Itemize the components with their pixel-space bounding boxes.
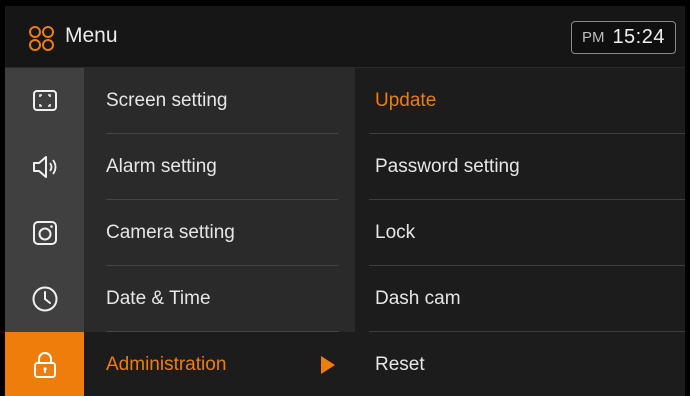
submenu-label: Reset	[375, 354, 425, 375]
category-label: Administration	[106, 354, 227, 375]
rail-item-camera[interactable]	[5, 200, 84, 266]
camera-icon	[32, 221, 57, 245]
clock-time: 15:24	[612, 26, 665, 48]
submenu-label: Lock	[375, 222, 416, 243]
category-camera-setting[interactable]: Camera setting	[84, 200, 355, 266]
submenu-reset[interactable]: Reset	[355, 332, 685, 396]
category-alarm-setting[interactable]: Alarm setting	[84, 134, 355, 200]
lock-icon	[33, 352, 56, 378]
category-screen-setting[interactable]: Screen setting	[84, 68, 355, 134]
menu-circles-icon[interactable]	[28, 25, 56, 53]
category-label: Date & Time	[106, 288, 211, 309]
category-label: Camera setting	[106, 222, 235, 243]
play-arrow-icon	[321, 356, 335, 374]
rail-item-sound[interactable]	[5, 134, 84, 200]
clock-icon	[32, 286, 57, 312]
category-date-time[interactable]: Date & Time	[84, 266, 355, 332]
submenu-update[interactable]: Update	[355, 68, 685, 134]
clock-display: PM 15:24	[570, 21, 676, 54]
submenu-label: Update	[375, 90, 437, 111]
submenu-label: Password setting	[375, 156, 520, 177]
screen-icon	[32, 90, 57, 111]
rail-item-screen[interactable]	[5, 68, 84, 134]
page-title: Menu	[65, 24, 118, 47]
submenu-label: Dash cam	[375, 288, 461, 309]
rail-item-datetime[interactable]	[5, 266, 84, 332]
category-list: Screen setting Alarm setting Camera sett…	[84, 68, 355, 396]
submenu-dash-cam[interactable]: Dash cam	[355, 266, 685, 332]
clock-ampm: PM	[581, 29, 605, 46]
category-label: Screen setting	[106, 90, 228, 111]
submenu-lock[interactable]: Lock	[355, 200, 685, 266]
submenu-password-setting[interactable]: Password setting	[355, 134, 685, 200]
app-screen: Menu PM 15:24 Screen setting Alarm setti…	[5, 6, 685, 396]
icon-rail	[5, 68, 84, 396]
speaker-icon	[32, 156, 56, 178]
header-bar: Menu PM 15:24	[5, 6, 685, 68]
submenu-list: Update Password setting Lock Dash cam Re…	[355, 68, 685, 396]
category-administration[interactable]: Administration	[84, 332, 355, 396]
category-label: Alarm setting	[106, 156, 217, 177]
rail-item-administration[interactable]	[5, 332, 84, 396]
